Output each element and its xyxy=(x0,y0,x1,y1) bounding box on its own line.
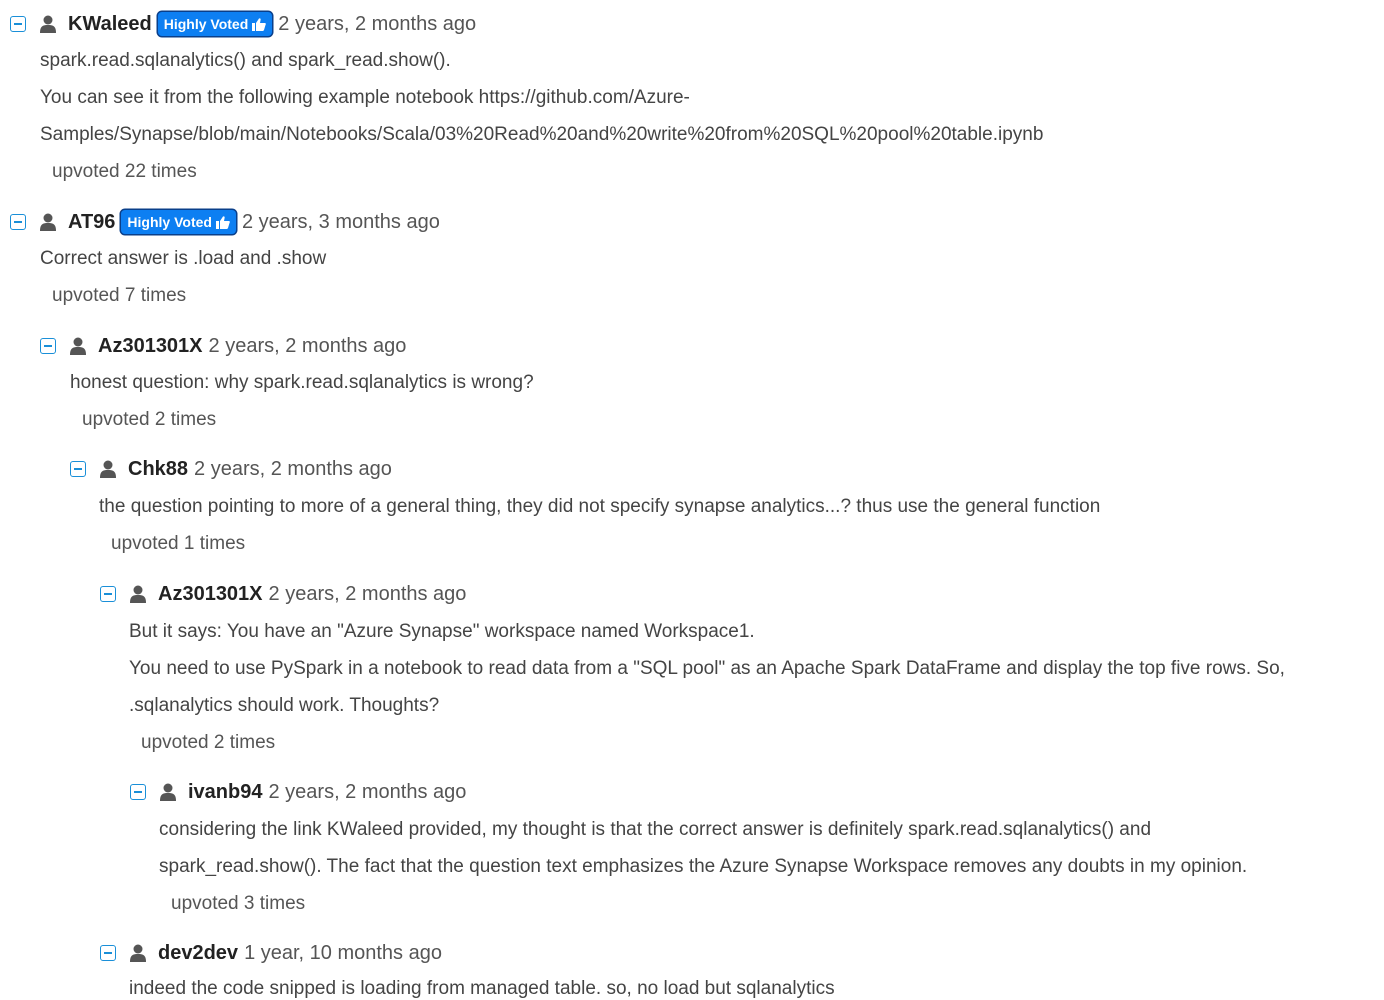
comment-body: But it says: You have an "Azure Synapse"… xyxy=(129,613,1379,724)
comment-header: Az301301X 2 years, 2 months ago xyxy=(40,329,406,363)
comment-text: spark_read.show(). The fact that the que… xyxy=(159,856,1248,877)
comment-text: Correct answer is .load and .show xyxy=(40,248,327,269)
username[interactable]: AT96 xyxy=(68,211,115,234)
collapse-toggle[interactable] xyxy=(40,338,56,354)
comment-header: KWaleed Highly Voted 2 years, 2 months a… xyxy=(10,7,476,41)
comment-text: spark.read.sqlanalytics() and spark_read… xyxy=(40,50,451,71)
comment-text: the question pointing to more of a gener… xyxy=(99,496,1101,517)
user-icon xyxy=(130,944,146,962)
upvote-count: upvoted 2 times xyxy=(141,732,276,753)
username[interactable]: Chk88 xyxy=(128,458,188,481)
timestamp: 1 year, 10 months ago xyxy=(244,941,442,964)
thumbs-up-icon xyxy=(215,215,230,229)
collapse-toggle[interactable] xyxy=(10,16,26,32)
collapse-toggle[interactable] xyxy=(130,784,146,800)
upvote-count: upvoted 2 times xyxy=(82,409,217,430)
comment-body: honest question: why spark.read.sqlanaly… xyxy=(70,364,534,401)
timestamp: 2 years, 2 months ago xyxy=(194,457,392,480)
upvote-count: upvoted 1 times xyxy=(111,533,246,554)
user-icon xyxy=(40,213,56,231)
comment-header: ivanb94 2 years, 2 months ago xyxy=(130,775,466,809)
comment-header: dev2dev 1 year, 10 months ago xyxy=(100,936,442,970)
badge-label: Highly Voted xyxy=(127,214,212,230)
comment-body: indeed the code snipped is loading from … xyxy=(129,970,835,1000)
timestamp: 2 years, 2 months ago xyxy=(208,334,407,357)
user-icon xyxy=(70,337,86,355)
user-icon xyxy=(160,783,176,801)
comment-text: Samples/Synapse/blob/main/Notebooks/Scal… xyxy=(40,124,1044,145)
timestamp: 2 years, 2 months ago xyxy=(278,12,477,35)
comment-text: You need to use PySpark in a notebook to… xyxy=(129,658,1285,679)
collapse-toggle[interactable] xyxy=(70,461,86,477)
username[interactable]: dev2dev xyxy=(158,942,238,965)
comment-text: considering the link KWaleed provided, m… xyxy=(159,819,1152,840)
timestamp: 2 years, 3 months ago xyxy=(241,210,440,233)
comment-body: Correct answer is .load and .show xyxy=(40,240,326,277)
timestamp: 2 years, 2 months ago xyxy=(268,780,467,803)
upvote-count: upvoted 22 times xyxy=(52,161,197,182)
comment-body: the question pointing to more of a gener… xyxy=(99,488,1100,525)
username[interactable]: Az301301X xyxy=(98,335,203,358)
comment-header: Chk88 2 years, 2 months ago xyxy=(70,452,392,486)
collapse-toggle[interactable] xyxy=(100,945,116,961)
comment-text: But it says: You have an "Azure Synapse"… xyxy=(129,621,755,642)
thumbs-up-icon xyxy=(252,17,267,31)
highly-voted-badge: Highly Voted xyxy=(157,12,273,36)
comment-body: spark.read.sqlanalytics() and spark_read… xyxy=(40,42,1043,153)
user-icon xyxy=(100,460,116,478)
timestamp: 2 years, 2 months ago xyxy=(268,582,467,605)
comment-body: considering the link KWaleed provided, m… xyxy=(159,811,1247,885)
comment-text: .sqlanalytics should work. Thoughts? xyxy=(129,695,440,716)
comment-text: You can see it from the following exampl… xyxy=(40,87,690,108)
username[interactable]: Az301301X xyxy=(158,583,263,606)
username[interactable]: KWaleed xyxy=(68,13,152,36)
comment-text: indeed the code snipped is loading from … xyxy=(129,978,835,999)
comment-header: Az301301X 2 years, 2 months ago xyxy=(100,577,466,611)
user-icon xyxy=(130,585,146,603)
upvote-count: upvoted 3 times xyxy=(171,893,306,914)
collapse-toggle[interactable] xyxy=(10,214,26,230)
comment-header: AT96 Highly Voted 2 years, 3 months ago xyxy=(10,205,440,239)
username[interactable]: ivanb94 xyxy=(188,781,262,804)
highly-voted-badge: Highly Voted xyxy=(121,210,236,234)
user-icon xyxy=(40,15,56,33)
comment-text: honest question: why spark.read.sqlanaly… xyxy=(70,372,534,393)
badge-label: Highly Voted xyxy=(163,16,249,32)
upvote-count: upvoted 7 times xyxy=(52,285,187,306)
collapse-toggle[interactable] xyxy=(100,586,116,602)
